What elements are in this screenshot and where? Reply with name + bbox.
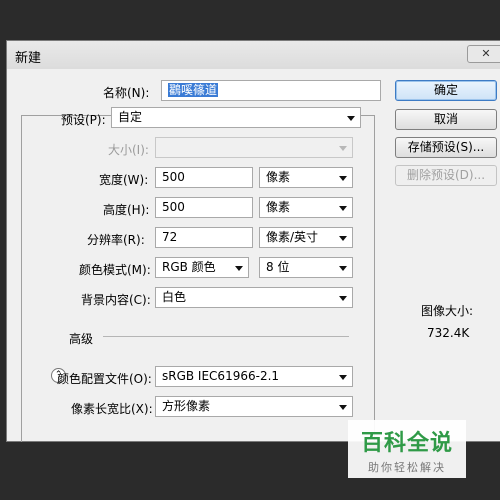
dialog-title: 新建 [15, 51, 42, 66]
close-button[interactable]: ✕ [467, 45, 500, 63]
height-unit-value: 像素 [266, 200, 291, 214]
height-label: 高度(H): [103, 203, 150, 217]
name-input[interactable]: 鸐嗘篠道 [161, 80, 381, 101]
chevron-down-icon [339, 176, 347, 181]
background-value: 白色 [162, 290, 187, 304]
watermark-slogan: 助你轻松解决 [368, 461, 446, 474]
width-label: 宽度(W): [99, 173, 149, 187]
color-profile-value: sRGB IEC61966-2.1 [162, 369, 280, 383]
resolution-label: 分辨率(R): [87, 233, 145, 247]
advanced-label: 高级 [69, 332, 94, 346]
chevron-down-icon [235, 266, 243, 271]
advanced-divider [103, 336, 349, 337]
ok-button[interactable]: 确定 [395, 80, 497, 101]
width-unit-value: 像素 [266, 170, 291, 184]
width-input-value: 500 [162, 170, 185, 184]
pixel-aspect-label: 像素长宽比(X): [71, 402, 153, 416]
new-document-dialog: 新建 ✕ 名称(N): 鸐嗘篠道 预设(P): 自定 大小(I): 宽度(W):… [6, 40, 500, 442]
background-select[interactable]: 白色 [155, 287, 353, 308]
bit-depth-value: 8 位 [266, 260, 290, 274]
preset-select-value: 自定 [118, 110, 143, 124]
width-input[interactable]: 500 [155, 167, 253, 188]
delete-preset-button: 删除预设(D)... [395, 165, 497, 186]
resolution-unit-select[interactable]: 像素/英寸 [259, 227, 353, 248]
name-input-value: 鸐嗘篠道 [168, 83, 219, 97]
name-label: 名称(N): [103, 86, 150, 100]
cancel-button[interactable]: 取消 [395, 109, 497, 130]
size-select [155, 137, 353, 158]
image-size-value: 732.4K [427, 326, 470, 340]
background-label: 背景内容(C): [81, 293, 151, 307]
width-unit-select[interactable]: 像素 [259, 167, 353, 188]
chevron-down-icon [339, 206, 347, 211]
color-profile-label: 颜色配置文件(O): [57, 372, 152, 386]
resolution-unit-value: 像素/英寸 [266, 230, 319, 244]
bit-depth-select[interactable]: 8 位 [259, 257, 353, 278]
color-mode-label: 颜色模式(M): [79, 263, 151, 277]
resolution-input[interactable]: 72 [155, 227, 253, 248]
color-mode-value: RGB 颜色 [162, 260, 216, 274]
save-preset-button[interactable]: 存储预设(S)... [395, 137, 497, 158]
preset-groupbox [21, 115, 375, 442]
height-unit-select[interactable]: 像素 [259, 197, 353, 218]
close-icon: ✕ [481, 47, 491, 60]
chevron-down-icon [339, 146, 347, 151]
color-profile-select[interactable]: sRGB IEC61966-2.1 [155, 366, 353, 387]
chevron-down-icon [347, 116, 355, 121]
chevron-down-icon [339, 296, 347, 301]
preset-select[interactable]: 自定 [111, 107, 361, 128]
pixel-aspect-select[interactable]: 方形像素 [155, 396, 353, 417]
size-label: 大小(I): [108, 143, 149, 157]
pixel-aspect-value: 方形像素 [162, 399, 211, 413]
chevron-down-icon [339, 375, 347, 380]
chevron-down-icon [339, 236, 347, 241]
resolution-input-value: 72 [162, 230, 178, 244]
color-mode-select[interactable]: RGB 颜色 [155, 257, 249, 278]
watermark-logo: 百科全说 [360, 431, 453, 456]
chevron-down-icon [339, 266, 347, 271]
chevron-down-icon [339, 405, 347, 410]
height-input[interactable]: 500 [155, 197, 253, 218]
image-size-label: 图像大小: [421, 304, 474, 318]
dialog-titlebar[interactable]: 新建 ✕ [7, 41, 500, 69]
height-input-value: 500 [162, 200, 185, 214]
preset-label: 预设(P): [61, 113, 106, 127]
watermark: 百科全说 助你轻松解决 [348, 420, 466, 478]
